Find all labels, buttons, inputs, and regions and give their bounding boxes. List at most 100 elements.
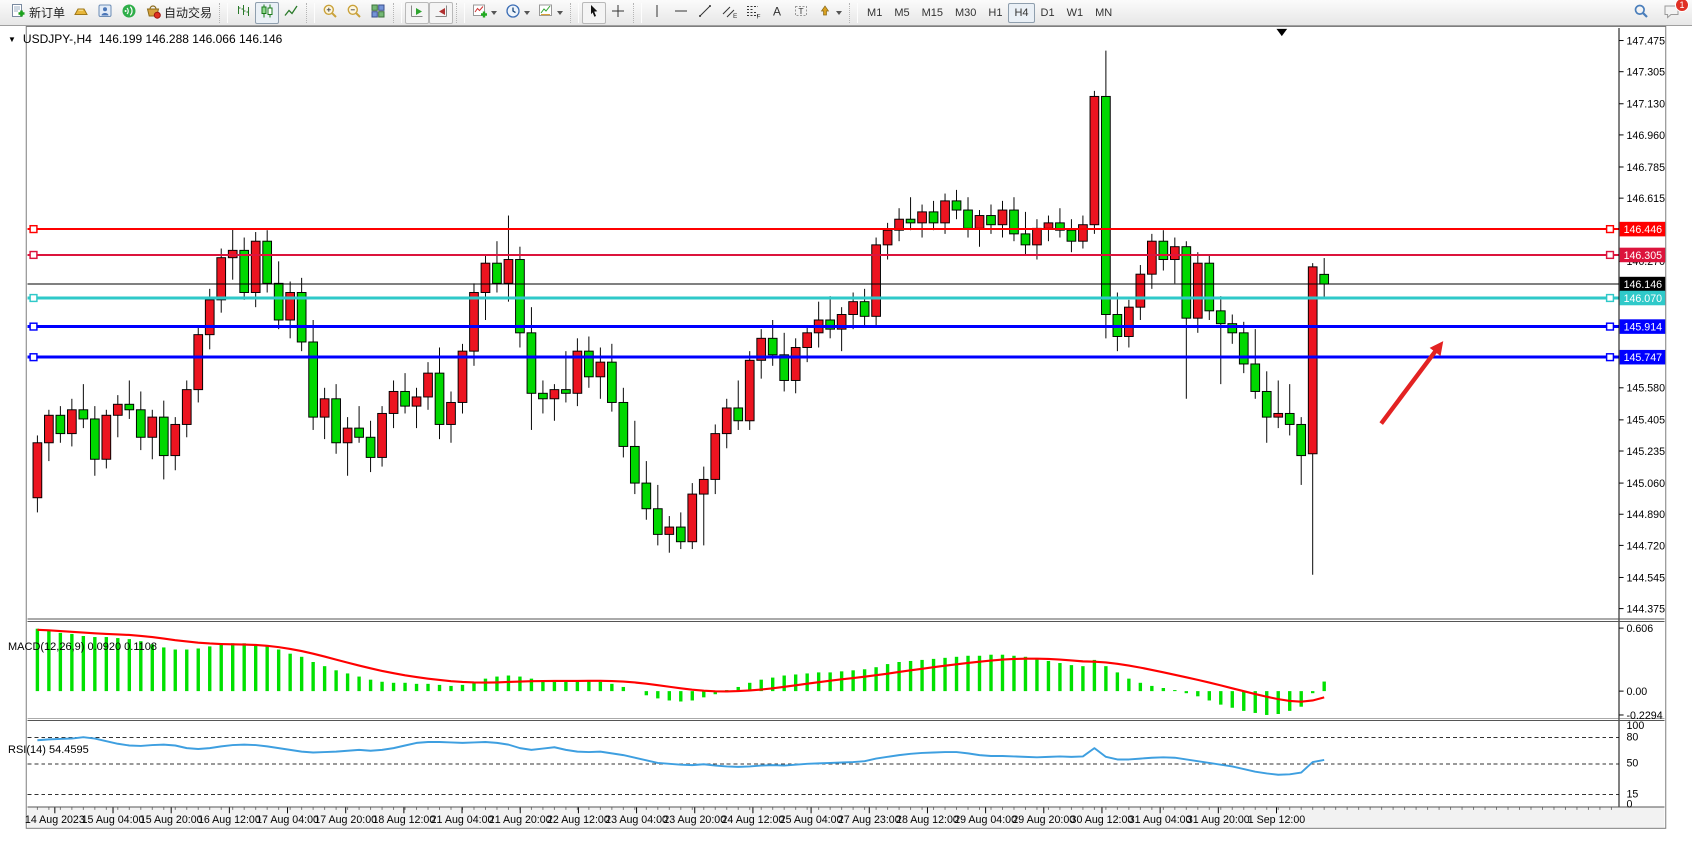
templates-button[interactable] <box>534 2 567 24</box>
cursor-tool-button[interactable] <box>582 2 606 24</box>
gold-ingot-icon <box>73 3 89 22</box>
bar-chart-mode-button[interactable] <box>231 2 255 24</box>
timeframe-m30-button[interactable]: M30 <box>949 3 982 23</box>
zoom-out-button[interactable] <box>342 2 366 24</box>
line-chart-mode-button[interactable] <box>279 2 303 24</box>
text-label-tool-button[interactable]: T <box>789 2 813 24</box>
new-order-button[interactable]: 新订单 <box>6 2 69 24</box>
fibonacci-tool-button[interactable]: F <box>741 2 765 24</box>
cursor-icon <box>586 3 602 22</box>
timeframe-d1-button[interactable]: D1 <box>1035 3 1061 23</box>
notifications-button[interactable]: 1 <box>1659 2 1684 24</box>
chart-shift-icon <box>433 3 449 22</box>
auto-trading-icon <box>145 3 161 22</box>
search-button[interactable] <box>1629 2 1653 24</box>
signal-button[interactable] <box>117 2 141 24</box>
timeframe-m5-button[interactable]: M5 <box>888 3 915 23</box>
svg-text:31 Aug 20:00: 31 Aug 20:00 <box>1187 814 1250 826</box>
equidistant-channel-tool-button[interactable]: E <box>717 2 741 24</box>
svg-text:146.305: 146.305 <box>1624 250 1663 262</box>
auto-scroll-button[interactable] <box>405 2 429 24</box>
svg-text:30 Aug 12:00: 30 Aug 12:00 <box>1071 814 1134 826</box>
svg-text:28 Aug 12:00: 28 Aug 12:00 <box>896 814 959 826</box>
svg-text:F: F <box>757 14 761 20</box>
hline-marker <box>30 323 37 330</box>
toolbar-separator <box>570 3 579 23</box>
vertical-line-tool-button[interactable] <box>645 2 669 24</box>
svg-text:146.960: 146.960 <box>1626 130 1665 142</box>
svg-text:24 Aug 12:00: 24 Aug 12:00 <box>722 814 785 826</box>
svg-text:E: E <box>733 13 737 19</box>
candlestick-mode-button[interactable] <box>255 2 279 24</box>
zoom-in-button[interactable] <box>318 2 342 24</box>
mt4-application: 新订单 自动交易 <box>0 0 1692 854</box>
new-order-icon <box>10 3 26 22</box>
timeframe-h1-button[interactable]: H1 <box>982 3 1008 23</box>
arrows-tool-button[interactable] <box>813 2 846 24</box>
dropdown-arrow-icon <box>557 11 563 18</box>
chart-title: ▼ USDJPY-,H4 146.199 146.288 146.066 146… <box>8 32 282 46</box>
svg-text:23 Aug 04:00: 23 Aug 04:00 <box>605 814 668 826</box>
horizontal-line-tool-button[interactable] <box>669 2 693 24</box>
svg-text:145.914: 145.914 <box>1624 321 1663 333</box>
dropdown-arrow-icon <box>836 11 842 18</box>
svg-text:0.00: 0.00 <box>1626 686 1647 698</box>
hline-marker <box>1607 226 1614 233</box>
timeframe-h4-button[interactable]: H4 <box>1008 3 1034 23</box>
timeframe-w1-button[interactable]: W1 <box>1061 3 1090 23</box>
svg-text:14 Aug 2023: 14 Aug 2023 <box>25 814 85 826</box>
chart-symbol-period: USDJPY-,H4 <box>23 32 92 46</box>
bar-chart-icon <box>235 3 251 22</box>
svg-text:1 Sep 12:00: 1 Sep 12:00 <box>1248 814 1306 826</box>
timeframe-m15-button[interactable]: M15 <box>916 3 949 23</box>
text-label-icon: T <box>793 3 809 22</box>
toolbar-separator <box>849 3 858 23</box>
timeframe-mn-button[interactable]: MN <box>1089 3 1118 23</box>
svg-text:T: T <box>798 6 803 16</box>
svg-text:146.785: 146.785 <box>1626 162 1665 174</box>
fibonacci-icon: F <box>745 3 761 22</box>
crosshair-tool-button[interactable] <box>606 2 630 24</box>
hline-marker <box>30 252 37 259</box>
notification-badge: 1 <box>1675 0 1689 12</box>
dropdown-arrow-icon <box>524 11 530 18</box>
svg-text:16 Aug 12:00: 16 Aug 12:00 <box>198 814 261 826</box>
line-chart-icon <box>283 3 299 22</box>
svg-text:23 Aug 20:00: 23 Aug 20:00 <box>663 814 726 826</box>
timeframe-m1-button[interactable]: M1 <box>861 3 888 23</box>
profile-button[interactable] <box>93 2 117 24</box>
svg-text:145.235: 145.235 <box>1626 446 1665 458</box>
svg-text:80: 80 <box>1626 732 1638 744</box>
toolbar-right-cluster: 1 <box>1629 2 1684 24</box>
tile-windows-button[interactable] <box>366 2 390 24</box>
periods-button[interactable] <box>501 2 534 24</box>
svg-text:0.606: 0.606 <box>1626 623 1653 635</box>
svg-text:29 Aug 20:00: 29 Aug 20:00 <box>1012 814 1075 826</box>
toolbar-separator <box>219 3 228 23</box>
svg-text:31 Aug 04:00: 31 Aug 04:00 <box>1129 814 1192 826</box>
svg-text:145.580: 145.580 <box>1626 383 1665 395</box>
svg-text:15 Aug 20:00: 15 Aug 20:00 <box>140 814 203 826</box>
svg-text:144.890: 144.890 <box>1626 509 1665 521</box>
chart-shift-button[interactable] <box>429 2 453 24</box>
auto-trading-button[interactable]: 自动交易 <box>141 2 216 24</box>
search-icon <box>1633 3 1649 22</box>
text-tool-button[interactable]: A <box>765 2 789 24</box>
candlestick-icon <box>259 3 275 22</box>
svg-text:17 Aug 20:00: 17 Aug 20:00 <box>314 814 377 826</box>
svg-text:0: 0 <box>1626 798 1632 810</box>
market-watch-button[interactable] <box>69 2 93 24</box>
hline-marker <box>30 226 37 233</box>
clock-icon <box>505 3 521 22</box>
trendline-tool-button[interactable] <box>693 2 717 24</box>
new-order-label: 新订单 <box>29 4 65 21</box>
auto-trading-label: 自动交易 <box>164 4 212 21</box>
svg-text:147.130: 147.130 <box>1626 99 1665 111</box>
svg-text:21 Aug 20:00: 21 Aug 20:00 <box>489 814 552 826</box>
svg-text:144.375: 144.375 <box>1626 603 1665 615</box>
indicators-button[interactable] <box>468 2 501 24</box>
hline-marker <box>1607 323 1614 330</box>
chart-area[interactable]: 147.475147.305147.130146.960146.785146.6… <box>0 26 1692 854</box>
svg-text:147.475: 147.475 <box>1626 35 1665 47</box>
collapse-triangle-icon[interactable]: ▼ <box>8 35 16 44</box>
